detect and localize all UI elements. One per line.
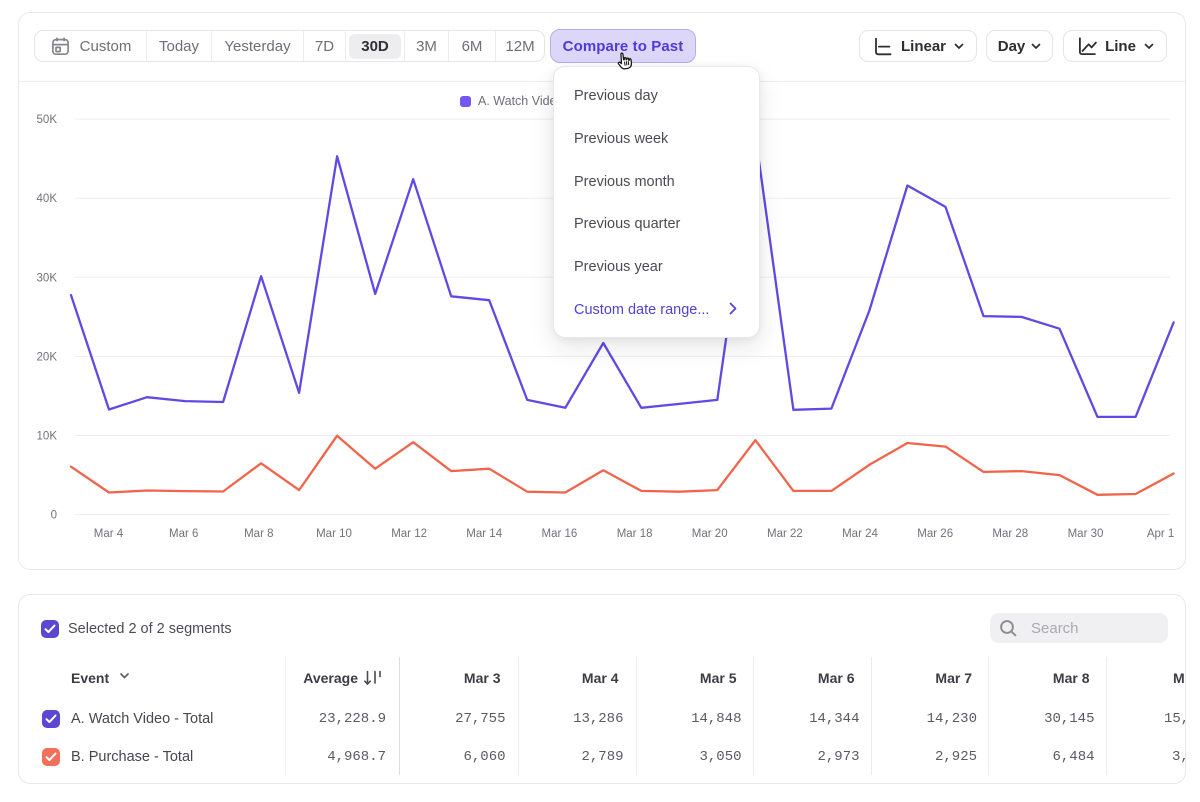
svg-text:30K: 30K [37, 272, 58, 284]
svg-text:Mar 8: Mar 8 [244, 528, 273, 540]
svg-text:Mar 14: Mar 14 [466, 528, 502, 540]
svg-text:40K: 40K [37, 193, 58, 205]
svg-text:10K: 10K [37, 431, 58, 443]
svg-text:50K: 50K [37, 114, 58, 126]
svg-text:Mar 6: Mar 6 [169, 528, 198, 540]
svg-text:Mar 22: Mar 22 [767, 528, 803, 540]
svg-text:Apr 1: Apr 1 [1147, 528, 1175, 540]
svg-text:Mar 30: Mar 30 [1068, 528, 1104, 540]
svg-text:Mar 26: Mar 26 [917, 528, 953, 540]
svg-text:Mar 24: Mar 24 [842, 528, 878, 540]
svg-text:Mar 20: Mar 20 [692, 528, 728, 540]
svg-text:Mar 28: Mar 28 [992, 528, 1028, 540]
svg-text:Mar 4: Mar 4 [94, 528, 124, 540]
svg-text:Mar 12: Mar 12 [391, 528, 427, 540]
svg-text:Mar 18: Mar 18 [617, 528, 653, 540]
svg-text:0: 0 [51, 510, 57, 522]
svg-text:20K: 20K [37, 351, 58, 363]
svg-text:Mar 16: Mar 16 [542, 528, 578, 540]
svg-text:Mar 10: Mar 10 [316, 528, 352, 540]
